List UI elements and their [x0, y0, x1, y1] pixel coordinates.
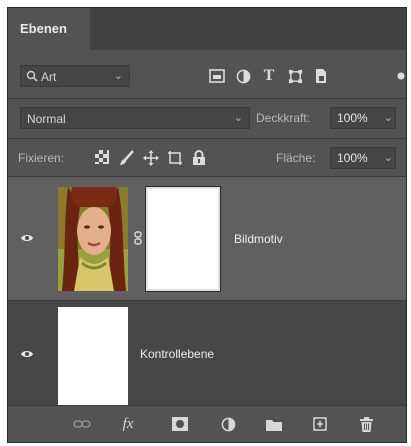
portrait-photo-image [58, 187, 128, 291]
layers-panel-footer: fx [8, 405, 406, 442]
filter-toggle-icon[interactable] [394, 67, 406, 85]
blend-row: Normal ⌄ Deckkraft: 100% ⌄ [8, 98, 406, 137]
lock-transparency-icon[interactable] [94, 149, 110, 165]
eye-icon[interactable] [20, 230, 34, 248]
lock-row: Fixieren: Fläche: 100% ⌄ [8, 138, 406, 177]
opacity-field[interactable]: 100% ⌄ [330, 107, 396, 129]
lock-artboard-icon[interactable] [166, 149, 184, 167]
trash-icon[interactable] [354, 412, 378, 436]
layers-list: Bildmotiv Kontrollebene [8, 176, 406, 409]
filter-row: Art ⌄ T [8, 58, 406, 94]
lock-all-icon[interactable] [190, 149, 208, 167]
filter-kind-dropdown[interactable]: Art ⌄ [20, 65, 130, 87]
layer-mask-link-icon[interactable] [134, 231, 142, 250]
eye-icon[interactable] [20, 346, 34, 364]
blend-mode-dropdown[interactable]: Normal ⌄ [20, 107, 250, 129]
layers-panel: Ebenen Art ⌄ T Normal ⌄ Deckkraft: 100% … [7, 7, 407, 443]
filter-kind-label: Art [41, 70, 57, 84]
layer-row-bildmotiv[interactable]: Bildmotiv [8, 177, 406, 301]
link-layers-icon[interactable] [70, 412, 94, 436]
adjustment-filter-icon[interactable] [234, 67, 252, 85]
layer-row-kontrollebene[interactable]: Kontrollebene [8, 301, 406, 409]
add-mask-icon[interactable] [168, 412, 192, 436]
chevron-down-icon: ⌄ [233, 112, 243, 125]
shape-filter-icon[interactable] [286, 67, 304, 85]
fill-value: 100% [337, 151, 368, 165]
opacity-label: Deckkraft: [256, 111, 311, 125]
new-layer-icon[interactable] [308, 412, 332, 436]
fx-button[interactable]: fx [116, 412, 140, 436]
pixel-filter-icon[interactable] [208, 67, 226, 85]
search-icon [26, 70, 38, 85]
opacity-value: 100% [337, 111, 368, 125]
layer-thumbnail[interactable] [58, 307, 128, 407]
chevron-down-icon: ⌄ [113, 70, 123, 83]
blend-mode-value: Normal [27, 112, 66, 126]
layer-mask-thumbnail[interactable] [145, 186, 221, 292]
lock-image-pixels-icon[interactable] [118, 149, 136, 167]
lock-label: Fixieren: [18, 151, 65, 165]
fill-label: Fläche: [276, 151, 316, 165]
type-filter-icon[interactable]: T [260, 67, 278, 85]
chevron-down-icon[interactable]: ⌄ [384, 148, 393, 168]
tab-bar-filler [90, 8, 406, 50]
layer-name[interactable]: Kontrollebene [140, 347, 214, 361]
folder-icon[interactable] [262, 412, 286, 436]
panel-tab-bar: Ebenen [8, 8, 406, 50]
layer-name[interactable]: Bildmotiv [234, 232, 283, 246]
chevron-down-icon[interactable]: ⌄ [384, 108, 393, 128]
lock-position-icon[interactable] [142, 149, 160, 167]
smartobject-filter-icon[interactable] [312, 67, 330, 85]
tab-ebenen[interactable]: Ebenen [8, 8, 90, 50]
adjustment-layer-icon[interactable] [216, 412, 240, 436]
fill-field[interactable]: 100% ⌄ [330, 147, 396, 169]
layer-thumbnail-photo[interactable] [58, 187, 128, 291]
